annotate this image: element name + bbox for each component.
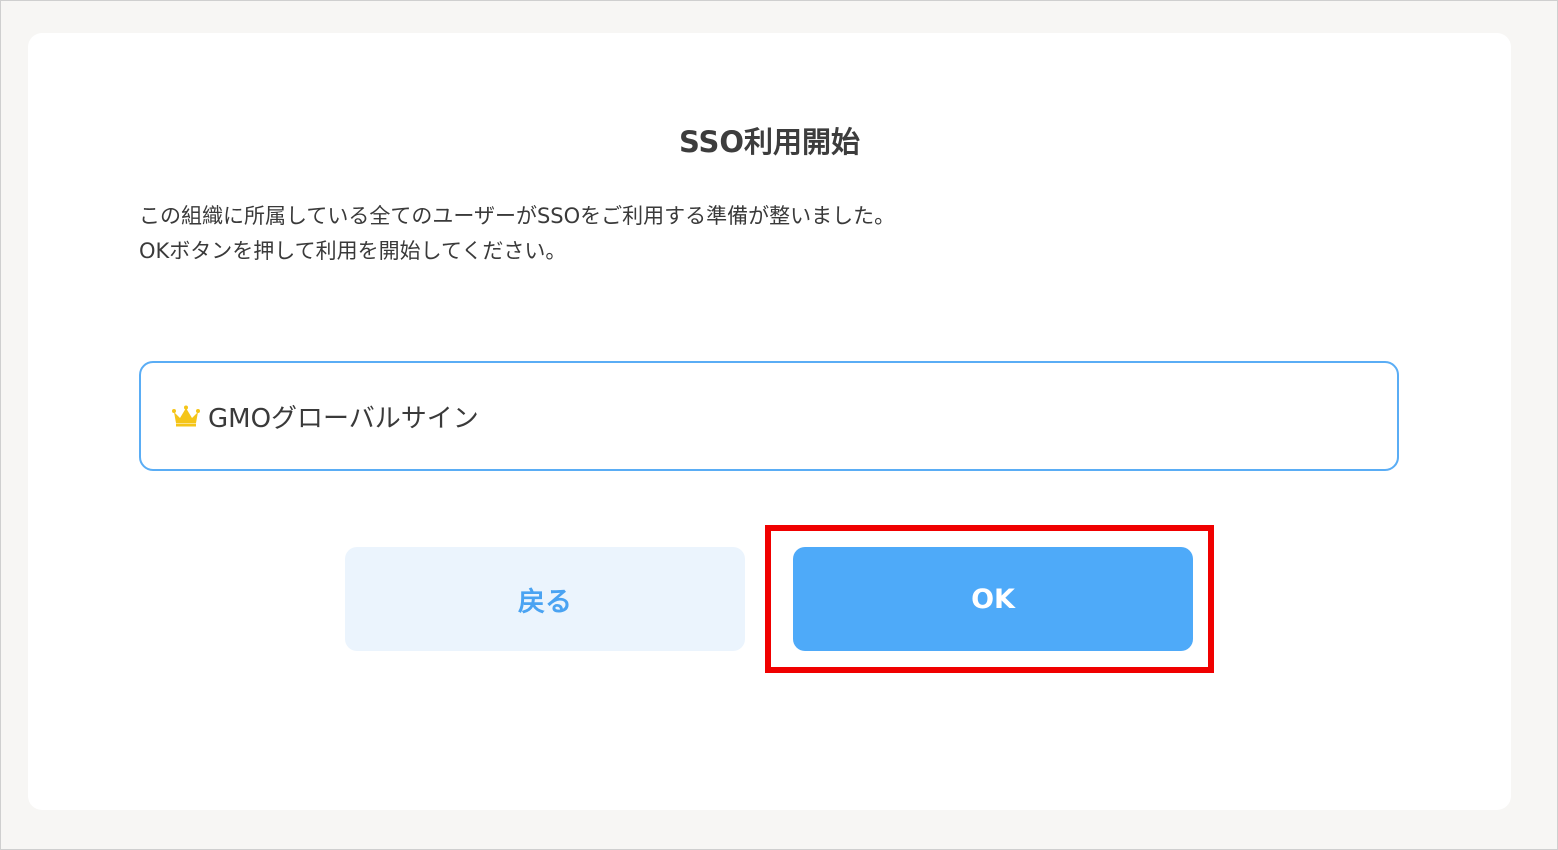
page-frame: SSO利用開始 この組織に所属している全てのユーザーがSSOをご利用する準備が整… xyxy=(0,0,1558,850)
organization-name: GMOグローバルサイン xyxy=(208,403,479,434)
ok-button[interactable]: OK xyxy=(793,547,1193,651)
crown-icon xyxy=(172,405,200,427)
page-title: SSO利用開始 xyxy=(678,125,861,159)
description-line-2: OKボタンを押して利用を開始してください。 xyxy=(139,239,567,263)
description-line-1: この組織に所属している全てのユーザーがSSOをご利用する準備が整いました。 xyxy=(139,204,896,228)
dialog-card: SSO利用開始 この組織に所属している全てのユーザーがSSOをご利用する準備が整… xyxy=(28,33,1511,810)
back-button[interactable]: 戻る xyxy=(345,547,745,651)
organization-item[interactable]: GMOグローバルサイン xyxy=(139,361,1399,471)
dialog-description: この組織に所属している全てのユーザーがSSOをご利用する準備が整いました。 OK… xyxy=(139,199,895,269)
